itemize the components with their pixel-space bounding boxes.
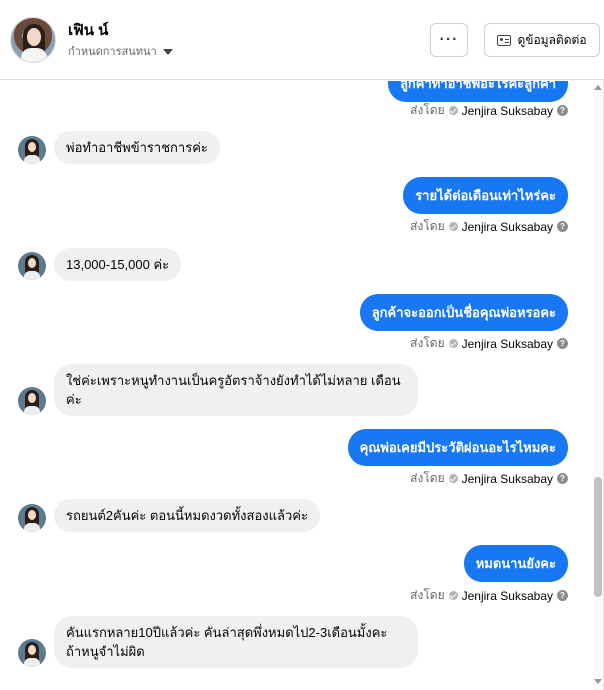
verified-icon — [448, 106, 458, 115]
sender-name: Jenjira Suksabay — [461, 219, 553, 234]
message-text: พ่อทำอาชีพข้าราชการค่ะ — [66, 140, 208, 155]
sent-by-line: ส่งโดย Jenjira Suksabay ? — [410, 334, 568, 353]
message-bubble-outgoing: คุณพ่อเคยมีประวัติผ่อนอะไรไหมคะ — [347, 429, 568, 466]
message-bubble-outgoing: ลูกค้าทำอาชีพอะไรคะลูกค้า — [387, 81, 568, 102]
sender-name: Jenjira Suksabay — [461, 588, 553, 603]
verified-icon — [448, 591, 458, 600]
message-text: ใช่ค่ะเพราะหนูทำงานเป็นครูอัตราจ้างยังทำ… — [66, 373, 401, 407]
sent-by-prefix: ส่งโดย — [410, 219, 445, 233]
verified-icon — [448, 222, 458, 231]
sender-name: Jenjira Suksabay — [461, 336, 553, 351]
view-contact-button[interactable]: ดูข้อมูลติดต่อ — [484, 23, 600, 57]
sender-name: Jenjira Suksabay — [461, 103, 553, 118]
sender-avatar[interactable] — [18, 639, 46, 667]
verified-icon — [448, 474, 458, 483]
contact-name[interactable]: เฟิน น์ — [68, 18, 108, 42]
scroll-up-arrow-icon[interactable] — [594, 85, 602, 90]
sender-name: Jenjira Suksabay — [461, 471, 553, 486]
conversation-settings[interactable]: กำหนดการสนทนา — [68, 42, 173, 60]
scroll-thumb[interactable] — [594, 477, 602, 597]
verified-icon — [448, 339, 458, 348]
sender-avatar[interactable] — [18, 136, 46, 164]
message-bubble-incoming: รถยนต์2คันค่ะ ตอนนี้หมดงวดทั้งสองแล้วค่ะ — [54, 499, 320, 532]
message-bubble-incoming: ใช่ค่ะเพราะหนูทำงานเป็นครูอัตราจ้างยังทำ… — [54, 364, 418, 416]
scrollbar[interactable] — [593, 81, 603, 690]
message-text: รายได้ต่อเดือนเท่าไหร่คะ — [415, 188, 556, 203]
help-icon[interactable]: ? — [557, 590, 568, 601]
help-icon[interactable]: ? — [557, 338, 568, 349]
conversation-settings-label: กำหนดการสนทนา — [68, 46, 157, 58]
message-bubble-incoming: พ่อทำอาชีพข้าราชการค่ะ — [54, 131, 220, 164]
caret-down-icon — [162, 48, 173, 55]
message-bubble-outgoing: หมดนานยังคะ — [463, 545, 568, 582]
message-text: ลูกค้าจะออกเป็นชื่อคุณพ่อหรอคะ — [371, 305, 556, 320]
messenger-window: เฟิน น์ กำหนดการสนทนา ··· ดูข้อมูลติดต่อ… — [0, 0, 604, 690]
more-options-button[interactable]: ··· — [430, 23, 468, 57]
message-text: ลูกค้าทำอาชีพอะไรคะลูกค้า — [399, 81, 556, 91]
help-icon[interactable]: ? — [557, 473, 568, 484]
sent-by-prefix: ส่งโดย — [410, 103, 445, 117]
message-text: คันแรกหลาย10ปีแล้วค่ะ คันล่าสุดพึ่งหมดไป… — [66, 625, 388, 659]
view-contact-label: ดูข้อมูลติดต่อ — [517, 32, 587, 47]
message-bubble-incoming: คันแรกหลาย10ปีแล้วค่ะ คันล่าสุดพึ่งหมดไป… — [54, 616, 418, 668]
contact-avatar[interactable] — [10, 17, 56, 63]
sent-by-line: ส่งโดย Jenjira Suksabay ? — [410, 217, 568, 236]
sender-avatar[interactable] — [18, 252, 46, 280]
sender-avatar[interactable] — [18, 387, 46, 415]
contact-card-icon — [497, 34, 512, 46]
sent-by-line: ส่งโดย Jenjira Suksabay ? — [410, 469, 568, 488]
sent-by-line: ส่งโดย Jenjira Suksabay ? — [410, 586, 568, 605]
message-text: คุณพ่อเคยมีประวัติผ่อนอะไรไหมคะ — [359, 440, 556, 455]
help-icon[interactable]: ? — [557, 221, 568, 232]
sent-by-prefix: ส่งโดย — [410, 588, 445, 602]
message-bubble-incoming: 13,000-15,000 ค่ะ — [54, 248, 182, 281]
conversation-header: เฟิน น์ กำหนดการสนทนา ··· ดูข้อมูลติดต่อ — [0, 0, 604, 80]
sent-by-line: ส่งโดย Jenjira Suksabay ? — [410, 101, 568, 120]
message-text: รถยนต์2คันค่ะ ตอนนี้หมดงวดทั้งสองแล้วค่ะ — [66, 508, 308, 523]
sent-by-prefix: ส่งโดย — [410, 336, 445, 350]
scroll-down-arrow-icon[interactable] — [594, 679, 602, 684]
message-text: 13,000-15,000 ค่ะ — [66, 257, 170, 272]
message-bubble-outgoing: ลูกค้าจะออกเป็นชื่อคุณพ่อหรอคะ — [359, 294, 568, 331]
help-icon[interactable]: ? — [557, 105, 568, 116]
sender-avatar[interactable] — [18, 504, 46, 532]
message-thread[interactable]: ลูกค้าทำอาชีพอะไรคะลูกค้า ส่งโดย Jenjira… — [0, 81, 594, 690]
more-icon: ··· — [439, 31, 459, 48]
message-text: หมดนานยังคะ — [475, 556, 556, 571]
sent-by-prefix: ส่งโดย — [410, 471, 445, 485]
message-bubble-outgoing: รายได้ต่อเดือนเท่าไหร่คะ — [403, 177, 568, 214]
